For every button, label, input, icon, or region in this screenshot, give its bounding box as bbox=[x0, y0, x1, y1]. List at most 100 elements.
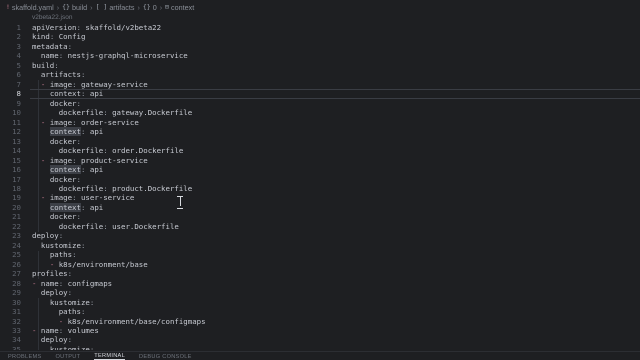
yaml-value: gateway-service bbox=[76, 79, 148, 89]
colon: : bbox=[67, 335, 73, 345]
code-line[interactable]: 24 kustomize: bbox=[0, 241, 640, 250]
line-number: 6 bbox=[16, 70, 21, 80]
code-line[interactable]: 30 kustomize: bbox=[0, 298, 640, 307]
yaml-value: api bbox=[85, 89, 104, 99]
code-line[interactable]: 11 - image: order-service bbox=[0, 118, 640, 127]
panel-tab-terminal[interactable]: TERMINAL bbox=[94, 353, 125, 360]
yaml-value: product.Dockerfile bbox=[107, 183, 193, 193]
breadcrumb-item[interactable]: [ ] artifacts bbox=[96, 3, 135, 12]
colon: : bbox=[76, 136, 81, 146]
yaml-value: gateway.Dockerfile bbox=[107, 108, 193, 118]
breadcrumb-item[interactable]: {} 0 bbox=[143, 3, 157, 12]
code-text: docker: bbox=[32, 175, 81, 184]
code-text: docker: bbox=[32, 99, 81, 108]
panel-tab-problems[interactable]: PROBLEMS bbox=[8, 354, 42, 360]
schema-hint[interactable]: v2beta22.json bbox=[32, 14, 72, 23]
code-line[interactable]: 8 context: api bbox=[0, 89, 640, 100]
yaml-key: docker bbox=[49, 212, 77, 222]
yaml-key: build bbox=[32, 60, 55, 70]
code-editor[interactable]: 1 apiVersion: skaffold/v2beta22 2 kind: Con… bbox=[0, 23, 640, 350]
line-number: 20 bbox=[12, 202, 21, 212]
breadcrumb-item[interactable]: ⊟ context bbox=[165, 3, 194, 12]
yaml-key: metadata bbox=[32, 41, 68, 51]
code-line[interactable]: 17 docker: bbox=[0, 175, 640, 184]
code-line[interactable]: 25 paths: bbox=[0, 250, 640, 259]
code-line[interactable]: 13 docker: bbox=[0, 137, 640, 146]
yaml-key: context bbox=[49, 165, 81, 175]
code-line[interactable]: 15 - image: product-service bbox=[0, 156, 640, 165]
colon: : bbox=[58, 231, 64, 241]
code-line[interactable]: 6 artifacts: bbox=[0, 70, 640, 79]
panel-tab-debug-console[interactable]: DEBUG CONSOLE bbox=[139, 354, 192, 360]
breadcrumb-item[interactable]: ! skaffold.yaml bbox=[6, 3, 54, 12]
code-line[interactable]: 22 dockerfile: user.Dockerfile bbox=[0, 222, 640, 231]
code-line[interactable]: 2 kind: Config bbox=[0, 32, 640, 41]
yaml-key: name bbox=[40, 326, 59, 335]
code-line[interactable]: 9 docker: bbox=[0, 99, 640, 108]
code-text: kustomize: bbox=[32, 241, 86, 250]
code-text: context: api bbox=[32, 127, 104, 137]
code-line[interactable]: 26 - k8s/environment/base bbox=[0, 260, 640, 269]
code-line[interactable]: 10 dockerfile: gateway.Dockerfile bbox=[0, 108, 640, 117]
code-line[interactable]: 16 context: api bbox=[0, 165, 640, 175]
yaml-file-icon: ! bbox=[6, 3, 10, 11]
colon: : bbox=[67, 269, 73, 279]
code-line[interactable]: 18 dockerfile: product.Dockerfile bbox=[0, 184, 640, 193]
code-text: - image: order-service bbox=[32, 118, 139, 127]
list-dash: - bbox=[32, 278, 41, 288]
list-dash: - bbox=[32, 326, 41, 335]
code-text: context: api bbox=[32, 89, 103, 98]
line-number: 34 bbox=[12, 335, 21, 345]
code-text: apiVersion: skaffold/v2beta22 bbox=[32, 23, 161, 32]
panel-tab-output[interactable]: OUTPUT bbox=[56, 354, 81, 360]
code-text: - image: user-service bbox=[32, 193, 134, 202]
code-line[interactable]: 21 docker: bbox=[0, 212, 640, 221]
code-line[interactable]: 28 - name: configmaps bbox=[0, 279, 640, 288]
yaml-key: artifacts bbox=[40, 70, 81, 80]
colon: : bbox=[54, 60, 59, 70]
code-text: - k8s/environment/base/configmaps bbox=[32, 317, 206, 326]
code-line[interactable]: 14 dockerfile: order.Dockerfile bbox=[0, 146, 640, 155]
code-text: paths: bbox=[32, 250, 77, 259]
code-line[interactable]: 31 paths: bbox=[0, 307, 640, 316]
code-line[interactable]: 27 profiles: bbox=[0, 269, 640, 278]
yaml-key: image bbox=[49, 117, 73, 127]
code-line[interactable]: 29 deploy: bbox=[0, 288, 640, 297]
code-line[interactable]: 34 deploy: bbox=[0, 335, 640, 344]
code-line[interactable]: 35 kustomize: bbox=[0, 345, 640, 350]
yaml-key: apiVersion bbox=[32, 23, 77, 32]
colon: : bbox=[89, 344, 95, 350]
code-line[interactable]: 5 build: bbox=[0, 61, 640, 70]
yaml-key: dockerfile bbox=[58, 183, 104, 193]
line-number: 9 bbox=[16, 98, 21, 108]
code-line[interactable]: 4 name: nestjs-graphql-microservice bbox=[0, 51, 640, 60]
line-number: 32 bbox=[12, 316, 21, 326]
code-line[interactable]: 7 - image: gateway-service bbox=[0, 80, 640, 89]
yaml-value: order.Dockerfile bbox=[107, 146, 184, 156]
code-line[interactable]: 33 - name: volumes bbox=[0, 326, 640, 335]
code-line[interactable]: 20 context: api bbox=[0, 202, 640, 212]
line-number: 17 bbox=[12, 174, 21, 184]
code-line[interactable]: 23 deploy: bbox=[0, 231, 640, 240]
list-dash: - bbox=[40, 79, 50, 89]
code-line[interactable]: 1 apiVersion: skaffold/v2beta22 bbox=[0, 23, 640, 32]
yaml-value: api bbox=[85, 202, 104, 212]
code-line[interactable]: 12 context: api bbox=[0, 127, 640, 137]
code-text: context: api bbox=[32, 165, 103, 175]
code-line[interactable]: 3 metadata: bbox=[0, 42, 640, 51]
yaml-value: api bbox=[85, 127, 104, 137]
line-number: 2 bbox=[16, 32, 21, 42]
code-text: context: api bbox=[32, 202, 104, 212]
yaml-value: skaffold/v2beta22 bbox=[80, 23, 162, 32]
yaml-value: configmaps bbox=[63, 278, 113, 288]
yaml-key: kustomize bbox=[49, 344, 90, 350]
breadcrumb-item[interactable]: {} build bbox=[62, 3, 87, 12]
code-line[interactable]: 19 - image: user-service bbox=[0, 193, 640, 202]
property-icon: ⊟ bbox=[165, 3, 170, 11]
code-text: - image: gateway-service bbox=[32, 80, 148, 89]
code-line[interactable]: 32 - k8s/environment/base/configmaps bbox=[0, 317, 640, 326]
